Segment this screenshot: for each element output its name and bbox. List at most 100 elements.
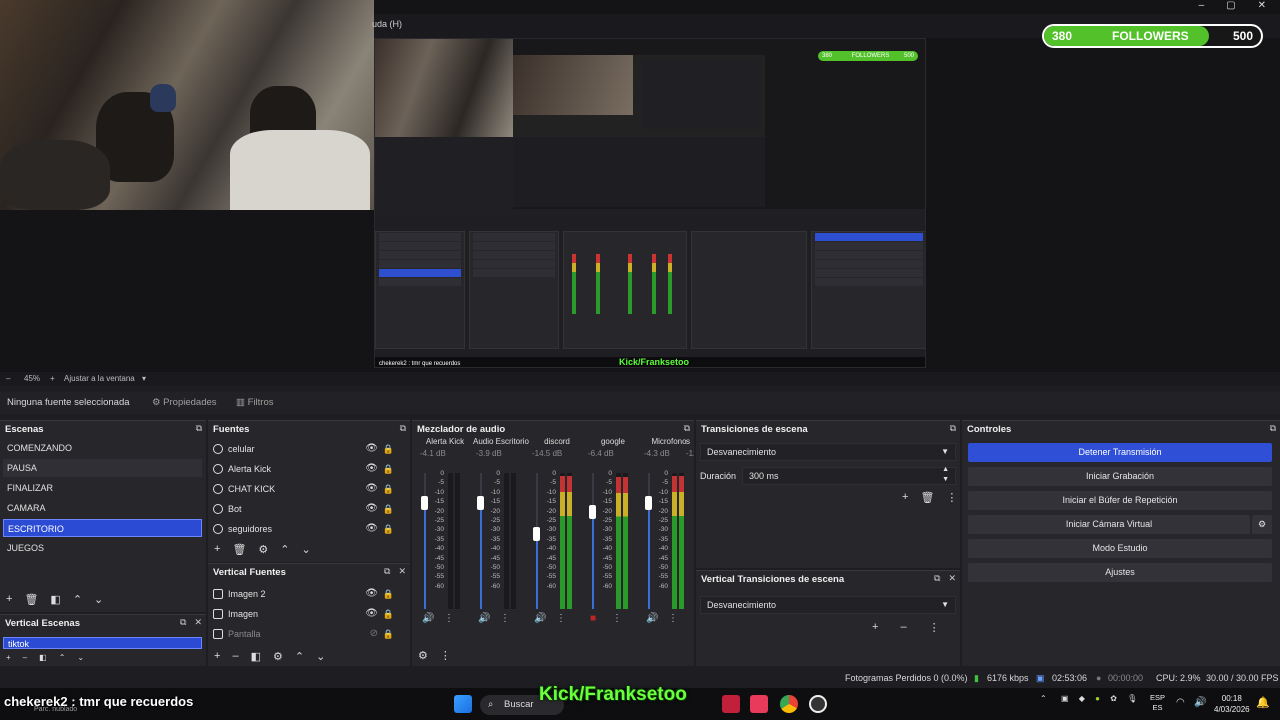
- remove-icon[interactable]: –: [900, 621, 906, 634]
- move-up-icon[interactable]: ⌃: [295, 650, 304, 663]
- lock-icon[interactable]: 🔒: [383, 604, 394, 624]
- lock-icon[interactable]: 🔒: [383, 584, 394, 604]
- close-icon[interactable]: ✕: [194, 617, 202, 628]
- volume-icon[interactable]: 🔊: [1194, 697, 1206, 708]
- transition-select[interactable]: Desvanecimiento ▼: [700, 443, 956, 461]
- undock-icon[interactable]: ⧉: [950, 423, 956, 434]
- move-up-icon[interactable]: ⌃: [73, 593, 82, 606]
- channel-menu-icon[interactable]: ⋮: [668, 613, 678, 624]
- scene-item[interactable]: FINALIZAR: [3, 479, 202, 497]
- start-virtual-camera-button[interactable]: Iniciar Cámara Virtual: [968, 515, 1250, 534]
- undock-icon[interactable]: ⧉: [684, 423, 690, 434]
- app-icon-red[interactable]: [722, 695, 740, 713]
- undock-icon[interactable]: ⧉: [400, 423, 406, 434]
- lock-icon[interactable]: 🔒: [383, 499, 394, 519]
- fit-dropdown-icon[interactable]: ▾: [142, 374, 146, 383]
- settings-button[interactable]: Ajustes: [968, 563, 1272, 582]
- source-item[interactable]: CHAT KICK 👁 🔒: [211, 479, 406, 499]
- close-icon[interactable]: ✕: [398, 566, 406, 577]
- remove-icon[interactable]: –: [232, 650, 238, 663]
- lock-icon[interactable]: 🔒: [383, 479, 394, 499]
- move-down-icon[interactable]: ⌄: [316, 650, 325, 663]
- undock-icon[interactable]: ⧉: [180, 617, 186, 628]
- gear-icon[interactable]: ⚙: [273, 650, 283, 663]
- language-indicator[interactable]: ESP ES: [1150, 693, 1165, 713]
- add-icon[interactable]: +: [902, 491, 908, 504]
- start-recording-button[interactable]: Iniciar Grabación: [968, 467, 1272, 486]
- menu-fragment[interactable]: uda (H): [372, 19, 402, 29]
- vertical-source-item[interactable]: Imagen 2 👁 🔒: [211, 584, 406, 604]
- source-item[interactable]: Alerta Kick 👁 🔒: [211, 459, 406, 479]
- scene-item-selected[interactable]: ESCRITORIO: [3, 519, 202, 537]
- stepper-icon[interactable]: ▲ ▼: [942, 465, 949, 485]
- trash-icon[interactable]: 🗑: [232, 543, 246, 556]
- eye-icon[interactable]: 👁: [365, 519, 378, 539]
- speaker-icon[interactable]: 🔊: [646, 613, 658, 624]
- muted-speaker-icon[interactable]: ■: [590, 613, 596, 624]
- move-up-icon[interactable]: ⌃: [59, 653, 66, 662]
- scene-item[interactable]: COMENZANDO: [3, 439, 202, 457]
- add-icon[interactable]: +: [6, 593, 12, 606]
- clock[interactable]: 00:18 4/03/2026: [1214, 693, 1250, 715]
- undock-icon[interactable]: ⧉: [196, 423, 202, 434]
- zoom-in-button[interactable]: +: [50, 374, 55, 383]
- volume-track[interactable]: [592, 473, 594, 609]
- volume-slider-handle[interactable]: [533, 527, 540, 542]
- scene-item[interactable]: CAMARA: [3, 499, 202, 517]
- move-down-icon[interactable]: ⌄: [77, 653, 84, 662]
- wifi-icon[interactable]: ◠: [1176, 697, 1185, 708]
- studio-mode-button[interactable]: Modo Estudio: [968, 539, 1272, 558]
- windows-start-icon[interactable]: [454, 695, 472, 713]
- close-icon[interactable]: ✕: [948, 573, 956, 584]
- vertical-source-item[interactable]: Imagen 👁 🔒: [211, 604, 406, 624]
- eye-icon[interactable]: 👁: [365, 479, 378, 499]
- volume-track[interactable]: [648, 473, 650, 609]
- scene-item[interactable]: PAUSA: [3, 459, 202, 477]
- close-button[interactable]: ✕: [1258, 0, 1266, 11]
- minimize-button[interactable]: –: [1199, 0, 1205, 11]
- eye-icon[interactable]: 👁: [365, 604, 378, 624]
- tray-app-icon[interactable]: ▣: [1061, 694, 1069, 703]
- menu-icon[interactable]: ⋮: [440, 649, 451, 662]
- add-icon[interactable]: +: [6, 653, 11, 662]
- eye-icon[interactable]: 👁: [365, 439, 378, 459]
- filter-icon[interactable]: ◧: [251, 650, 261, 663]
- eye-icon[interactable]: 👁: [365, 584, 378, 604]
- gear-icon[interactable]: ⚙: [418, 649, 428, 662]
- speaker-icon[interactable]: 🔊: [534, 613, 546, 624]
- volume-track[interactable]: [480, 473, 482, 609]
- chrome-icon[interactable]: [780, 695, 798, 713]
- volume-track[interactable]: [424, 473, 426, 609]
- tray-app-icon[interactable]: ●: [1095, 694, 1100, 703]
- lock-icon[interactable]: 🔒: [383, 624, 394, 644]
- filters-button[interactable]: ▥ Filtros: [236, 395, 274, 411]
- tray-app-icon[interactable]: ◆: [1079, 694, 1085, 703]
- undock-icon[interactable]: ⧉: [934, 573, 940, 584]
- chevron-up-icon[interactable]: ⌃: [1040, 694, 1047, 703]
- lock-icon[interactable]: 🔒: [383, 439, 394, 459]
- volume-slider-handle[interactable]: [421, 495, 428, 510]
- notification-icon[interactable]: 🔔: [1256, 696, 1270, 709]
- remove-icon[interactable]: –: [23, 653, 27, 662]
- start-replay-buffer-button[interactable]: Iniciar el Búfer de Repetición: [968, 491, 1272, 510]
- add-icon[interactable]: +: [214, 543, 220, 556]
- eye-icon[interactable]: 👁: [365, 499, 378, 519]
- filter-icon[interactable]: ◧: [50, 593, 60, 606]
- duration-input[interactable]: 300 ms ▲ ▼: [742, 465, 956, 485]
- channel-menu-icon[interactable]: ⋮: [556, 613, 566, 624]
- move-down-icon[interactable]: ⌄: [302, 543, 311, 556]
- vertical-transition-select[interactable]: Desvanecimiento ▼: [700, 596, 956, 614]
- lock-icon[interactable]: 🔒: [383, 519, 394, 539]
- volume-slider-handle[interactable]: [589, 505, 596, 520]
- source-item[interactable]: seguidores 👁 🔒: [211, 519, 406, 539]
- channel-menu-icon[interactable]: ⋮: [612, 613, 622, 624]
- trash-icon[interactable]: 🗑: [24, 593, 38, 606]
- speaker-icon[interactable]: 🔊: [422, 613, 434, 624]
- virtual-camera-settings-button[interactable]: ⚙: [1252, 515, 1272, 534]
- properties-button[interactable]: ⚙ Propiedades: [152, 395, 217, 411]
- add-icon[interactable]: +: [872, 621, 878, 634]
- menu-icon[interactable]: ⋮: [946, 491, 957, 504]
- vertical-source-item[interactable]: Pantalla ⊘ 🔒: [211, 624, 406, 644]
- volume-slider-handle[interactable]: [645, 495, 652, 510]
- channel-menu-icon[interactable]: ⋮: [500, 613, 510, 624]
